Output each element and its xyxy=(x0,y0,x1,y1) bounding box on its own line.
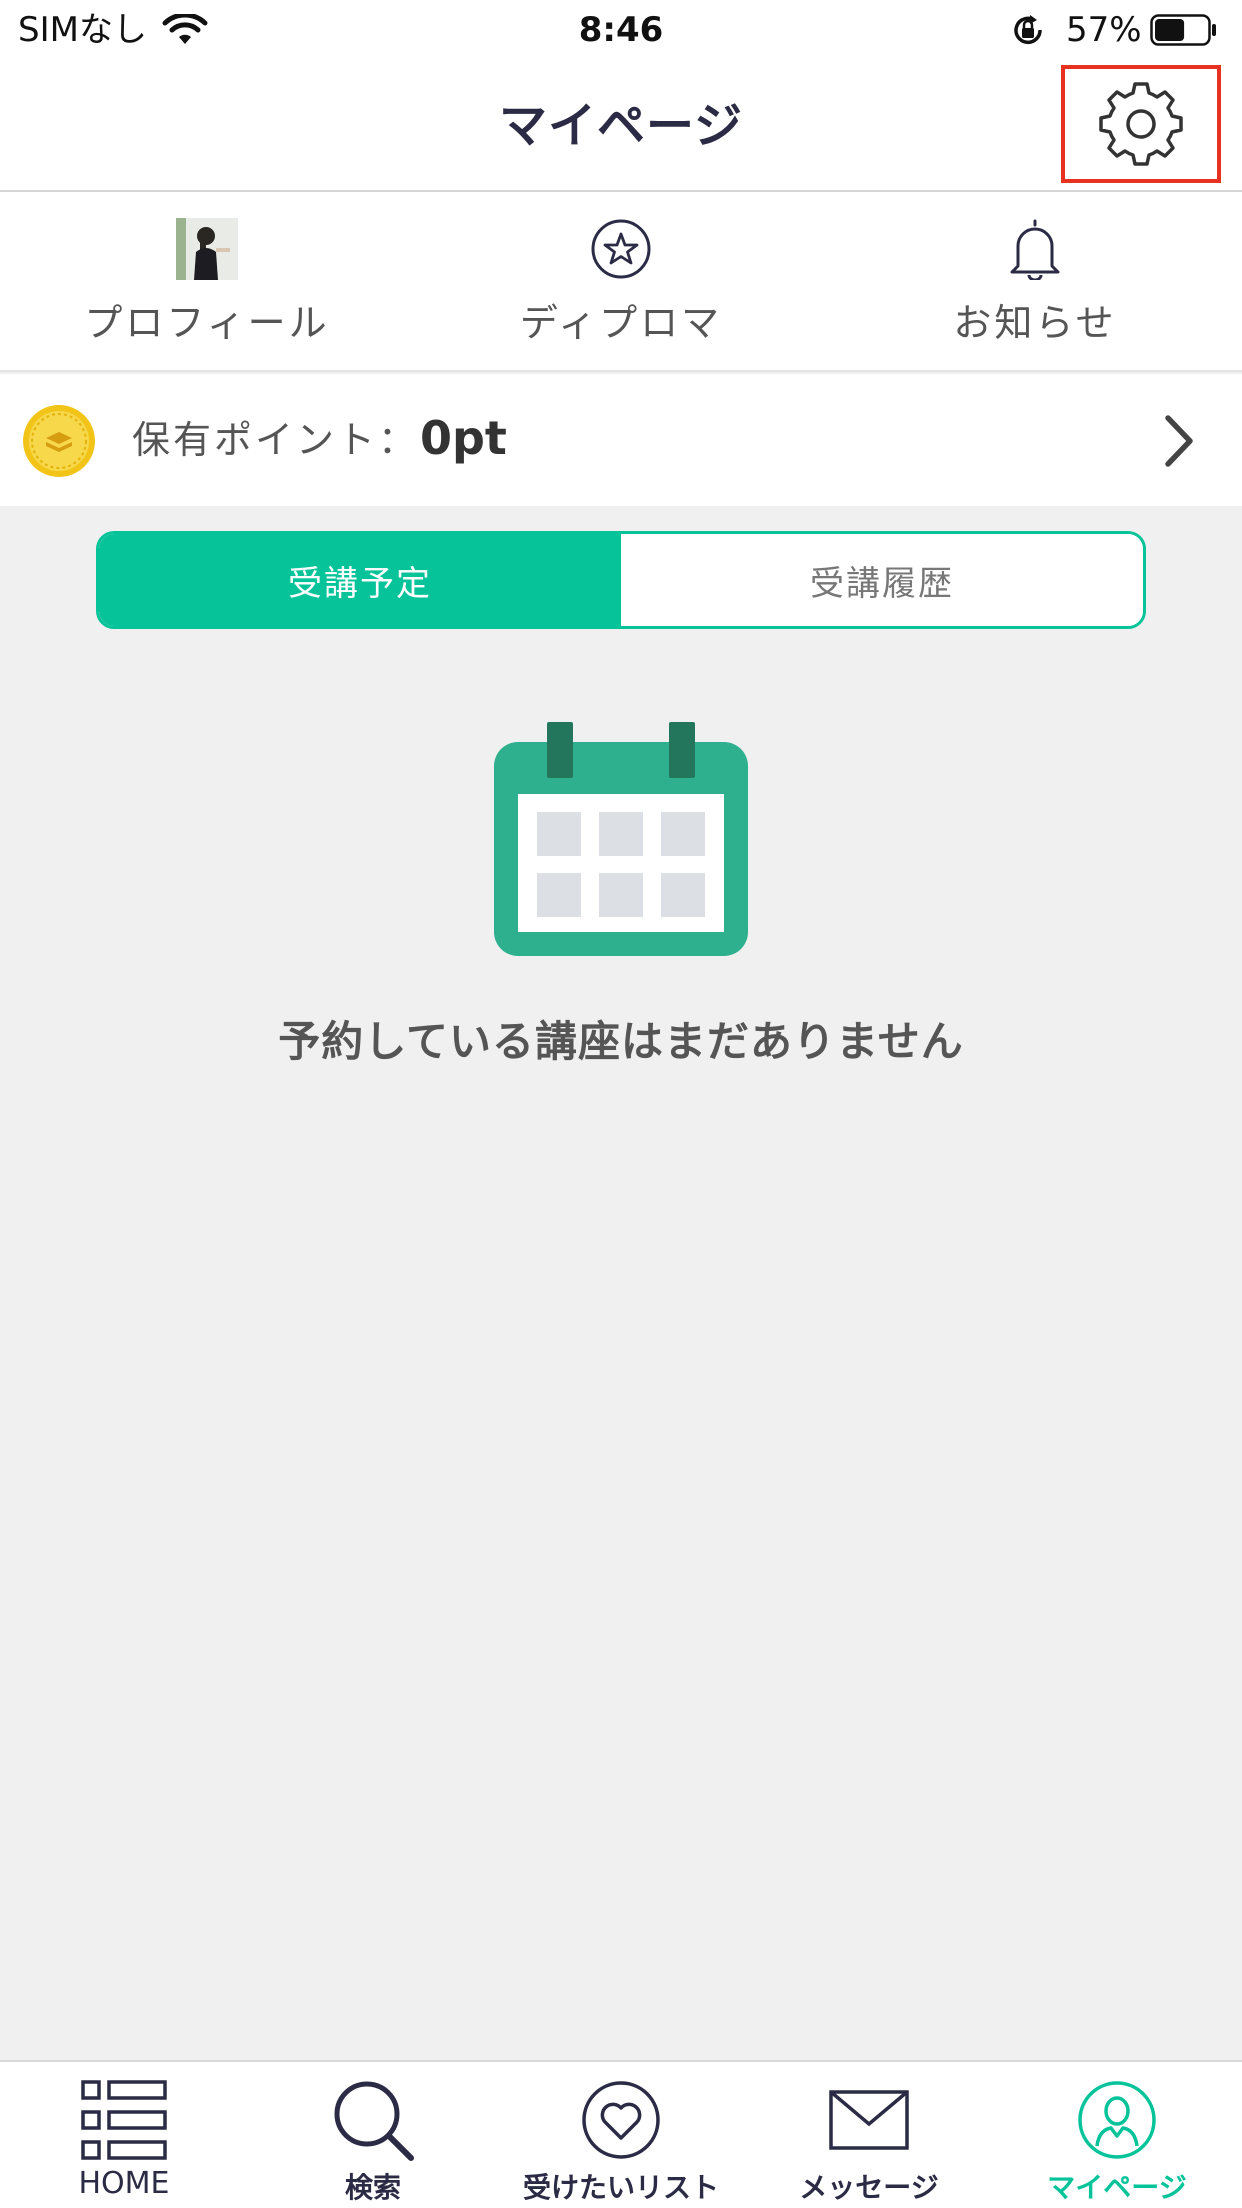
mail-icon xyxy=(829,2090,909,2150)
nav-bar: マイページ xyxy=(0,62,1242,192)
tab-upcoming-lessons[interactable]: 受講予定 xyxy=(99,534,621,626)
tab-messages-label: メッセージ xyxy=(799,2171,939,2204)
points-row[interactable]: 保有ポイント： 0pt xyxy=(0,374,1242,506)
profile-menu-item[interactable]: プロフィール xyxy=(0,192,414,370)
points-value: 0pt xyxy=(420,411,507,465)
tab-wishlist[interactable]: 受けたいリスト xyxy=(497,2062,745,2208)
tab-wishlist-label: 受けたいリスト xyxy=(522,2171,719,2204)
tab-search[interactable]: 検索 xyxy=(249,2062,497,2208)
star-circle-icon xyxy=(591,219,651,279)
tab-bar: HOME 検索 受けたいリスト メッセージ マイページ xyxy=(0,2060,1242,2208)
coin-icon xyxy=(23,405,95,477)
chevron-right-icon xyxy=(1165,415,1193,467)
user-icon xyxy=(1078,2081,1156,2159)
battery-icon xyxy=(1150,14,1216,46)
status-bar: SIMなし 8:46 57% xyxy=(0,0,1242,62)
quick-menu: プロフィール ディプロマ お知らせ xyxy=(0,192,1242,372)
list-grid-icon xyxy=(81,2080,167,2160)
heart-icon xyxy=(582,2081,660,2159)
empty-state-message: 予約している講座はまだありません xyxy=(278,1017,964,1066)
notifications-menu-item[interactable]: お知らせ xyxy=(828,192,1242,370)
tab-mypage-label: マイページ xyxy=(1047,2171,1187,2204)
rotation-lock-icon xyxy=(1014,15,1042,45)
tab-mypage[interactable]: マイページ xyxy=(993,2062,1241,2208)
page-title: マイページ xyxy=(498,98,744,154)
search-icon xyxy=(334,2081,414,2161)
tab-lesson-history[interactable]: 受講履歴 xyxy=(621,534,1143,626)
bell-icon xyxy=(1010,219,1060,280)
tab-home-label: HOME xyxy=(78,2166,170,2201)
tab-home[interactable]: HOME xyxy=(0,2062,248,2208)
gear-icon xyxy=(1099,82,1183,166)
lesson-segment-control: 受講予定 受講履歴 xyxy=(96,531,1146,629)
calendar-icon xyxy=(494,722,748,956)
battery-percent: 57% xyxy=(1066,10,1142,50)
diploma-menu-item[interactable]: ディプロマ xyxy=(414,192,828,370)
diploma-label: ディプロマ xyxy=(519,301,723,345)
tab-search-label: 検索 xyxy=(344,2171,401,2204)
settings-button[interactable] xyxy=(1061,65,1221,183)
points-label: 保有ポイント： xyxy=(132,418,420,462)
avatar xyxy=(176,218,238,280)
notifications-label: お知らせ xyxy=(953,301,1117,345)
profile-label: プロフィール xyxy=(84,301,330,345)
tab-messages[interactable]: メッセージ xyxy=(745,2062,993,2208)
clock: 8:46 xyxy=(578,10,664,50)
